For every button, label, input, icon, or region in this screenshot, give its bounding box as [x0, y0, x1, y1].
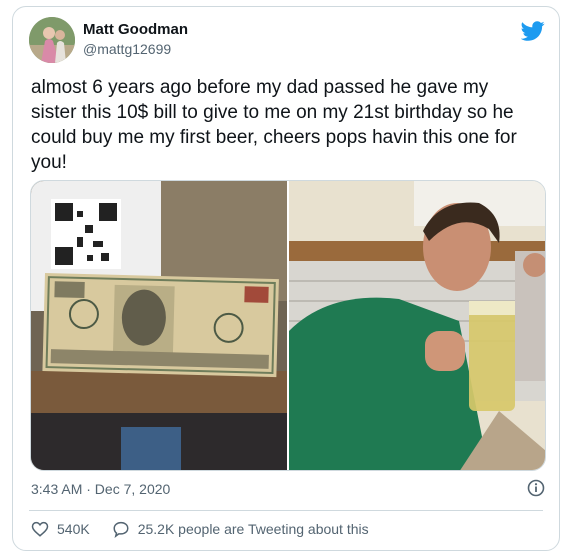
like-count[interactable]: 540K — [57, 521, 90, 537]
stats-bar: 540K 25.2K people are Tweeting about thi… — [31, 520, 391, 538]
man-drinking-beer-image — [289, 181, 545, 470]
author-handle[interactable]: @mattg12699 — [83, 41, 171, 57]
tweet-text: almost 6 years ago before my dad passed … — [31, 77, 517, 173]
photo-man-drinking-beer[interactable] — [289, 181, 545, 470]
avatar[interactable] — [29, 17, 75, 63]
author-name[interactable]: Matt Goodman — [83, 21, 188, 38]
speech-bubble-icon[interactable] — [112, 520, 130, 538]
photo-ten-dollar-bill[interactable] — [31, 181, 287, 470]
heart-icon[interactable] — [31, 520, 49, 538]
ten-dollar-bill-image — [31, 181, 287, 470]
like-stat[interactable]: 540K — [31, 520, 90, 538]
tweeting-count-text[interactable]: 25.2K people are Tweeting about this — [138, 521, 369, 537]
media-grid[interactable] — [30, 180, 546, 471]
info-icon[interactable] — [527, 479, 545, 497]
tweeting-stat[interactable]: 25.2K people are Tweeting about this — [112, 520, 369, 538]
avatar-image — [29, 17, 75, 63]
divider — [29, 510, 543, 511]
tweet-card: Matt Goodman @mattg12699 almost 6 years … — [12, 6, 560, 551]
twitter-bird-icon[interactable] — [521, 19, 545, 43]
tweet-timestamp[interactable]: 3:43 AM · Dec 7, 2020 — [31, 481, 170, 497]
